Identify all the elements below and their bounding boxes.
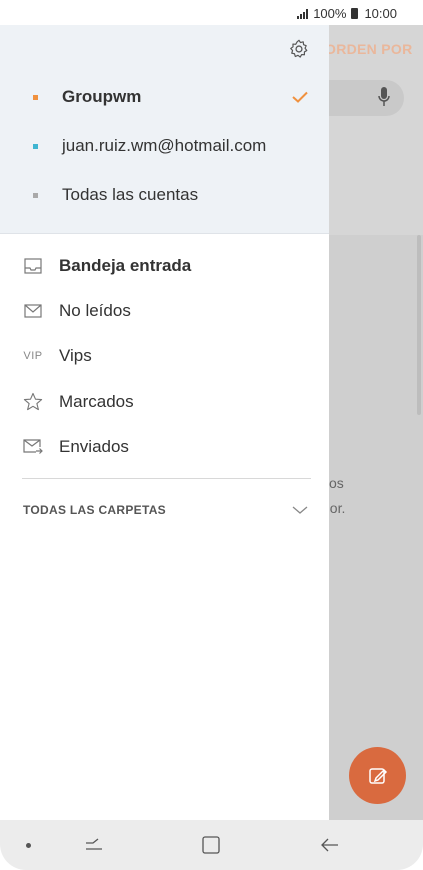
account-label: Groupwm — [62, 87, 142, 106]
account-item-hotmail[interactable]: juan.ruiz.wm@hotmail.com — [0, 124, 329, 168]
compose-icon — [368, 767, 387, 784]
gear-icon[interactable] — [288, 38, 310, 60]
navigation-drawer: Groupwm juan.ruiz.wm@hotmail.com Todas l… — [0, 25, 329, 820]
menu-item-label: Bandeja entrada — [59, 256, 192, 275]
account-color-dot — [33, 94, 38, 100]
divider — [22, 478, 311, 479]
menu-item-inbox[interactable]: Bandeja entrada — [0, 244, 329, 288]
compose-button[interactable] — [349, 747, 406, 804]
account-item-all[interactable]: Todas las cuentas — [0, 173, 329, 217]
menu-item-label: Enviados — [59, 437, 129, 456]
clock: 10:00 — [364, 6, 397, 21]
menu-item-starred[interactable]: Marcados — [0, 380, 329, 424]
account-label: juan.ruiz.wm@hotmail.com — [62, 136, 267, 155]
status-info: 100% 10:00 — [297, 6, 397, 21]
sent-icon — [23, 437, 43, 457]
all-folders-label: TODAS LAS CARPETAS — [23, 503, 166, 517]
sort-button: ORDEN POR — [325, 41, 413, 57]
menu-item-label: Vips — [59, 346, 92, 365]
signal-icon — [297, 8, 309, 19]
scrollbar — [417, 235, 421, 415]
chevron-down-icon — [292, 506, 308, 514]
menu-item-label: Marcados — [59, 392, 134, 411]
menu-item-sent[interactable]: Enviados — [0, 425, 329, 469]
menu-item-unread[interactable]: No leídos — [0, 289, 329, 333]
mic-icon — [378, 87, 390, 106]
account-item-groupwm[interactable]: Groupwm — [0, 75, 329, 119]
inbox-icon — [23, 256, 43, 276]
status-bar: 100% 10:00 — [0, 0, 423, 25]
recents-icon[interactable] — [82, 834, 106, 856]
menu-item-label: No leídos — [59, 301, 131, 320]
star-icon — [23, 392, 43, 412]
system-navigation-bar — [0, 820, 423, 870]
account-label: Todas las cuentas — [62, 185, 199, 204]
all-folders-toggle[interactable]: TODAS LAS CARPETAS — [0, 495, 329, 525]
vip-icon: VIP — [23, 350, 43, 362]
menu-item-vips[interactable]: VIP Vips — [0, 334, 329, 378]
check-icon — [292, 91, 308, 103]
account-color-dot — [33, 192, 38, 198]
back-icon[interactable] — [318, 834, 342, 856]
accounts-section: Groupwm juan.ruiz.wm@hotmail.com Todas l… — [0, 25, 329, 234]
envelope-icon — [23, 301, 43, 321]
account-color-dot — [33, 143, 38, 149]
battery-percent: 100% — [313, 6, 347, 21]
nav-dot-icon — [26, 843, 31, 848]
home-icon[interactable] — [199, 834, 223, 856]
battery-icon — [351, 8, 359, 19]
